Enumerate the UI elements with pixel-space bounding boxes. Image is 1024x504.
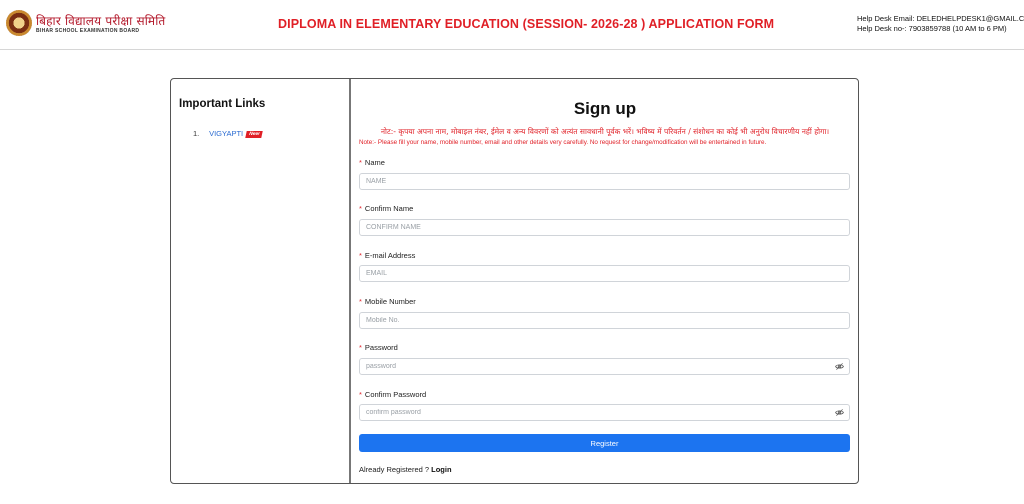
important-links-title: Important Links xyxy=(179,98,266,110)
required-mark: * xyxy=(359,204,362,213)
form-title: DIPLOMA IN ELEMENTARY EDUCATION (SESSION… xyxy=(278,17,775,31)
email-input[interactable] xyxy=(359,265,850,282)
password-label: * Password xyxy=(359,343,398,352)
new-badge: New xyxy=(245,130,264,138)
link-item-vigyapti: 1. VIGYAPTI New xyxy=(193,129,264,138)
name-label: * Name xyxy=(359,158,385,167)
required-mark: * xyxy=(359,343,362,352)
confirm-name-label: * Confirm Name xyxy=(359,204,414,213)
helpdesk-phone: Help Desk no-: 7903859788 (10 AM to 6 PM… xyxy=(857,24,1007,33)
required-mark: * xyxy=(359,297,362,306)
mobile-label: * Mobile Number xyxy=(359,297,416,306)
confirm-name-input[interactable] xyxy=(359,219,850,236)
mobile-input[interactable] xyxy=(359,312,850,329)
org-name-hindi: बिहार विद्यालय परीक्षा समिति xyxy=(36,14,166,28)
note-english: Note:- Please fill your name, mobile num… xyxy=(359,139,767,146)
register-button[interactable]: Register xyxy=(359,434,850,452)
required-mark: * xyxy=(359,390,362,399)
name-input[interactable] xyxy=(359,173,850,190)
required-mark: * xyxy=(359,251,362,260)
eye-slash-icon[interactable] xyxy=(835,362,844,371)
confirm-password-input[interactable] xyxy=(359,404,850,421)
already-registered-text: Already Registered ? xyxy=(359,465,430,474)
signup-form: Sign up नोट:- कृपया अपना नाम, मोबाइल नंब… xyxy=(359,79,851,483)
already-registered-line: Already Registered ? Login xyxy=(359,465,452,474)
signup-title: Sign up xyxy=(573,99,637,118)
password-input[interactable] xyxy=(359,358,850,375)
helpdesk-email: Help Desk Email: DELEDHELPDESK1@GMAIL.CO… xyxy=(857,14,1024,23)
link-number: 1. xyxy=(193,129,200,138)
org-name-english: BIHAR SCHOOL EXAMINATION BOARD xyxy=(36,28,140,34)
page-header: बिहार विद्यालय परीक्षा समिति BIHAR SCHOO… xyxy=(0,0,1024,50)
note-hindi: नोट:- कृपया अपना नाम, मोबाइल नंबर, ईमेल … xyxy=(380,127,830,136)
vigyapti-link[interactable]: VIGYAPTI xyxy=(209,129,243,138)
signup-card: Important Links 1. VIGYAPTI New Sign up … xyxy=(170,78,859,484)
confirm-password-label: * Confirm Password xyxy=(359,390,427,399)
email-label: * E-mail Address xyxy=(359,251,416,260)
required-mark: * xyxy=(359,158,362,167)
important-links-panel: Important Links 1. VIGYAPTI New xyxy=(171,79,351,483)
eye-slash-icon[interactable] xyxy=(835,408,844,417)
helpdesk-info: Help Desk Email: DELEDHELPDESK1@GMAIL.CO… xyxy=(857,14,1024,34)
login-link[interactable]: Login xyxy=(431,465,451,474)
board-logo[interactable] xyxy=(6,10,32,36)
